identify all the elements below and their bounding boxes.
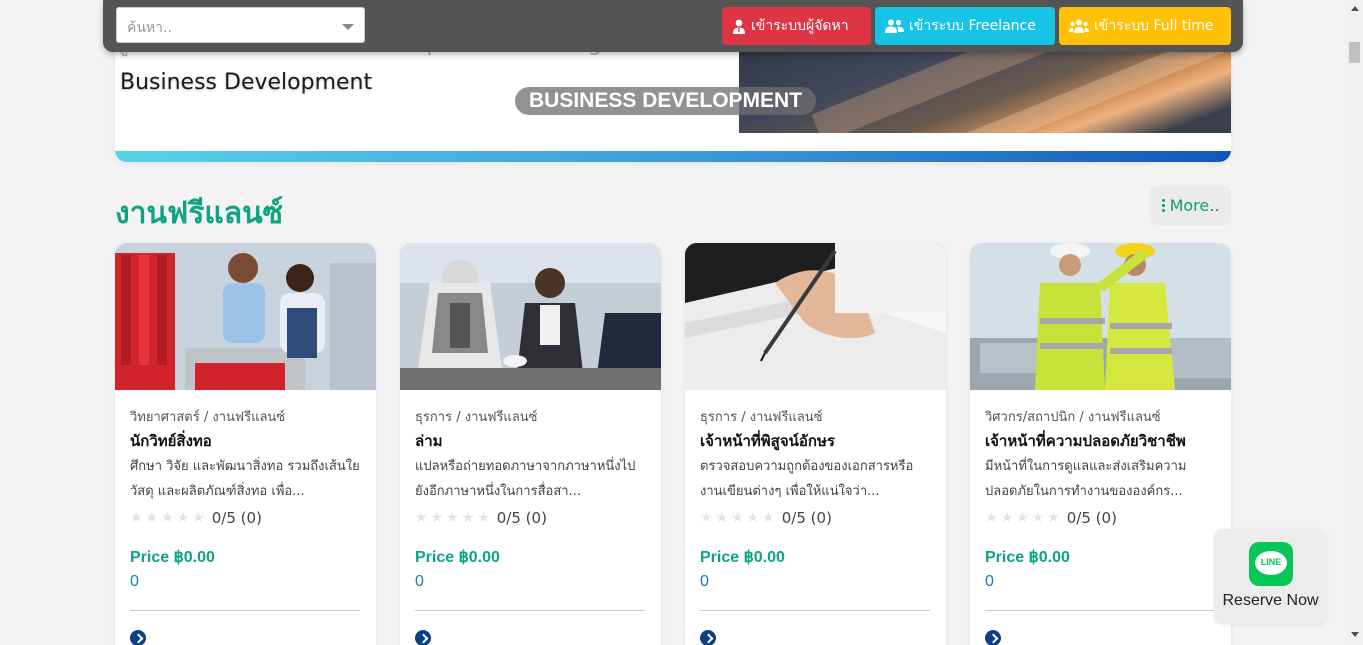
job-description: ศึกษา วิจัย และพัฒนาสิ่งทอ รวมถึงเส้นใย … (130, 459, 360, 499)
chevron-right-circle-icon[interactable] (130, 630, 146, 645)
banner-chip: BUSINESS DEVELOPMENT (515, 87, 817, 115)
job-price: Price ฿0.00 (415, 549, 500, 566)
login-freelance-button[interactable]: เข้าระบบ Freelance (875, 7, 1055, 45)
job-category: ธุรการ / งานฟรีแลนซ์ (700, 410, 823, 425)
divider (985, 610, 1215, 611)
star-rating-icon: ★★★★★ (985, 510, 1063, 526)
rating-text: 0/5 (0) (496, 509, 547, 527)
job-count: 0 (130, 573, 139, 590)
chevron-down-icon (342, 24, 354, 30)
scrollbar-thumb[interactable] (1349, 42, 1360, 63)
job-title[interactable]: เจ้าหน้าที่ความปลอดภัยวิชาชีพ (985, 428, 1217, 454)
divider (415, 610, 645, 611)
chevron-right-circle-icon[interactable] (415, 630, 431, 645)
job-title[interactable]: เจ้าหน้าที่พิสูจน์อักษร (700, 428, 932, 454)
job-title[interactable]: ล่าม (415, 428, 647, 454)
job-card-image (115, 243, 376, 390)
line-icon-text: LINE (1260, 557, 1282, 567)
section-title: งานฟรีแลนซ์ (115, 196, 283, 231)
chevron-right-circle-icon[interactable] (700, 630, 716, 645)
users-group-icon (1069, 19, 1089, 33)
job-count: 0 (985, 573, 994, 590)
scroll-up-arrow-icon[interactable] (1351, 6, 1359, 11)
chevron-right-circle-icon[interactable] (985, 630, 1001, 645)
login-fulltime-button[interactable]: เข้าระบบ Full time (1059, 7, 1231, 45)
divider (700, 610, 930, 611)
job-category: วิศวกร/สถาปนิก / งานฟรีแลนซ์ (985, 410, 1161, 425)
job-description: ตรวจสอบความถูกต้องของเอกสารหรืองานเขียนต… (700, 459, 914, 499)
job-category: ธุรการ / งานฟรีแลนซ์ (415, 410, 538, 425)
job-title[interactable]: นักวิทย์สิ่งทอ (130, 428, 362, 454)
job-count: 0 (415, 573, 424, 590)
job-rating: ★★★★★ 0/5 (0) (415, 506, 647, 530)
more-button[interactable]: More.. (1150, 186, 1231, 225)
job-category: วิทยาศาสตร์ / งานฟรีแลนซ์ (130, 410, 286, 425)
rating-text: 0/5 (0) (1066, 509, 1117, 527)
banner-heading: Business Development (120, 70, 373, 95)
job-count: 0 (700, 573, 709, 590)
divider (130, 610, 360, 611)
search-select[interactable]: ค้นหา.. (116, 7, 365, 43)
job-card[interactable]: ธุรการ / งานฟรีแลนซ์ ล่าม แปลหรือถ่ายทอด… (400, 243, 661, 645)
job-price: Price ฿0.00 (130, 549, 215, 566)
login-admin-label: เข้าระบบผู้จัดหา (751, 18, 849, 34)
search-placeholder: ค้นหา.. (127, 20, 172, 36)
job-rating: ★★★★★ 0/5 (0) (130, 506, 362, 530)
job-description: แปลหรือถ่ายทอดภาษาจากภาษาหนึ่งไปยังอีกภา… (415, 459, 636, 499)
reserve-now-widget[interactable]: LINE Reserve Now (1214, 529, 1327, 624)
reserve-now-label: Reserve Now (1222, 592, 1319, 609)
job-rating: ★★★★★ 0/5 (0) (700, 506, 932, 530)
star-rating-icon: ★★★★★ (130, 510, 208, 526)
page-scrollbar[interactable] (1346, 0, 1363, 645)
user-tie-icon (733, 19, 745, 34)
job-card[interactable]: วิศวกร/สถาปนิก / งานฟรีแลนซ์ เจ้าหน้าที่… (970, 243, 1231, 645)
job-price: Price ฿0.00 (985, 549, 1070, 566)
login-admin-button[interactable]: เข้าระบบผู้จัดหา (722, 7, 871, 45)
line-app-icon: LINE (1249, 542, 1293, 586)
star-rating-icon: ★★★★★ (700, 510, 778, 526)
rating-text: 0/5 (0) (211, 509, 262, 527)
login-freelance-label: เข้าระบบ Freelance (909, 18, 1036, 34)
job-description: มีหน้าที่ในการดูแลและส่งเสริมความปลอดภัย… (985, 459, 1187, 499)
users-icon (885, 19, 904, 33)
scroll-down-arrow-icon[interactable] (1351, 632, 1359, 637)
banner-gradient-bar (115, 151, 1231, 162)
rating-text: 0/5 (0) (781, 509, 832, 527)
job-card[interactable]: วิทยาศาสตร์ / งานฟรีแลนซ์ นักวิทย์สิ่งทอ… (115, 243, 376, 645)
job-price: Price ฿0.00 (700, 549, 785, 566)
login-fulltime-label: เข้าระบบ Full time (1094, 18, 1214, 34)
job-card[interactable]: ธุรการ / งานฟรีแลนซ์ เจ้าหน้าที่พิสูจน์อ… (685, 243, 946, 645)
top-toolbar: ค้นหา.. เข้าระบบผู้จัดหา เข้าระบบ Freela… (103, 0, 1243, 52)
job-card-image (685, 243, 946, 390)
more-label: More.. (1169, 196, 1220, 215)
ellipsis-vertical-icon (1161, 197, 1165, 214)
job-rating: ★★★★★ 0/5 (0) (985, 506, 1217, 530)
job-card-image (970, 243, 1231, 390)
job-card-image (400, 243, 661, 390)
star-rating-icon: ★★★★★ (415, 510, 493, 526)
